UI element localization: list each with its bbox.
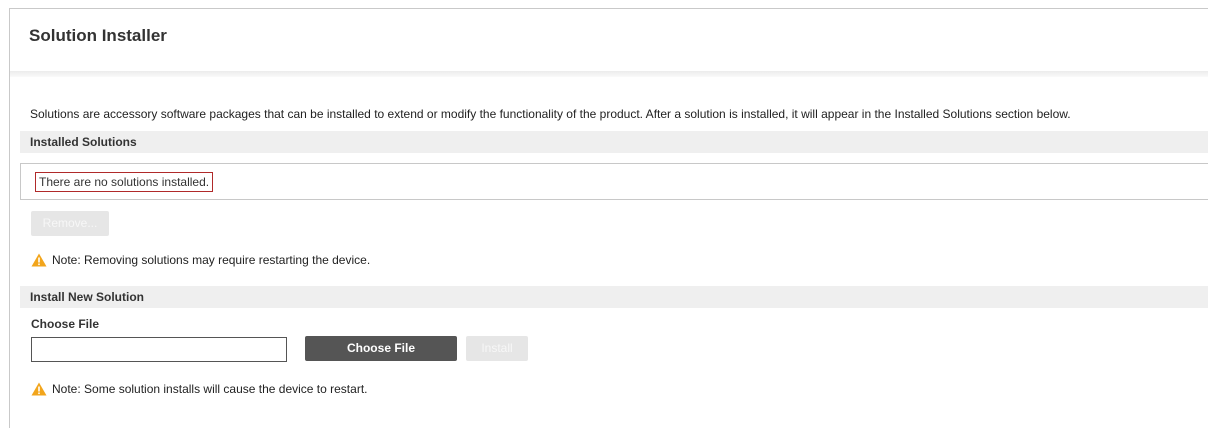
choose-file-button[interactable]: Choose File: [305, 336, 457, 361]
install-new-solution-title: Install New Solution: [30, 290, 145, 304]
title-bar: Solution Installer: [10, 9, 1208, 71]
remove-note: Note: Removing solutions may require res…: [31, 253, 370, 267]
warning-icon: [31, 253, 47, 267]
install-note: Note: Some solution installs will cause …: [31, 382, 367, 396]
title-divider: [10, 71, 1208, 77]
no-solutions-message: There are no solutions installed.: [35, 172, 214, 192]
file-path-input[interactable]: [31, 337, 287, 362]
remove-button[interactable]: Remove...: [31, 211, 109, 236]
solution-installer-panel: Solution Installer Solutions are accesso…: [9, 8, 1208, 428]
installed-solutions-list: There are no solutions installed.: [20, 163, 1208, 200]
install-note-text: Note: Some solution installs will cause …: [52, 382, 368, 396]
warning-icon: [31, 382, 47, 396]
installed-solutions-title: Installed Solutions: [30, 135, 137, 149]
remove-note-text: Note: Removing solutions may require res…: [52, 253, 371, 267]
install-button[interactable]: Install: [466, 336, 528, 361]
page-title: Solution Installer: [29, 26, 167, 45]
choose-file-label: Choose File: [31, 317, 100, 331]
intro-text: Solutions are accessory software package…: [30, 107, 1071, 121]
installed-solutions-header: Installed Solutions: [20, 131, 1208, 153]
install-new-solution-header: Install New Solution: [20, 286, 1208, 308]
